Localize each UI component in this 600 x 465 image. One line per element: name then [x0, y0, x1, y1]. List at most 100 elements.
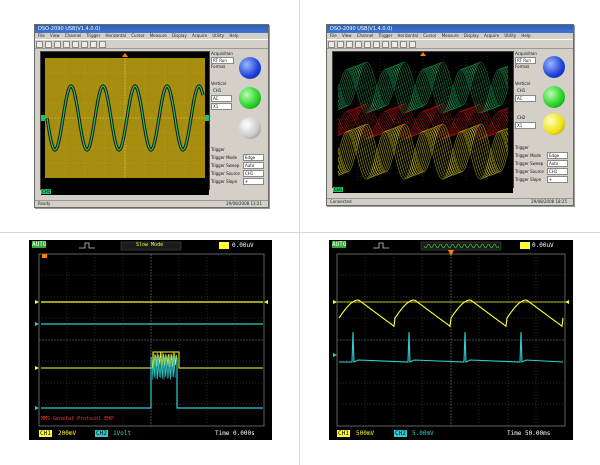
tl-menu-utility[interactable]: Utility	[212, 33, 224, 38]
tr-menu-trigger[interactable]: Trigger	[378, 33, 392, 38]
tr-run-icon[interactable]	[355, 41, 362, 48]
bl-mode-label: AUTO	[32, 241, 46, 248]
tl-menu-file[interactable]: File	[38, 33, 45, 38]
tl-open-icon[interactable]	[36, 41, 43, 48]
bl-ch2-scale: 1Volt	[113, 430, 131, 437]
tr-menu-acquire[interactable]: Acquire	[484, 33, 499, 38]
bl-ch1-badge: CH1	[39, 430, 52, 437]
tr-trigger-sweep-select[interactable]: Auto	[547, 160, 568, 167]
tr-scope-display[interactable]	[332, 51, 514, 188]
bl-ch1-top-badge	[219, 242, 229, 249]
br-dso-screen: AUTO 0.00uV CH1 500mV CH2 5.00mV Time 50…	[329, 240, 573, 440]
tr-coupling-select[interactable]: AC	[515, 95, 536, 102]
tl-scope-footer: CH1	[41, 189, 209, 195]
tl-app-window: DSO-2090 USB(V1.4.0.0) File View Channel…	[34, 24, 269, 208]
tl-trigger-marker	[122, 53, 128, 57]
tr-trigger-mode-select[interactable]: Edge	[547, 152, 568, 159]
tr-cursor-icon[interactable]	[382, 41, 389, 48]
tl-menu-trigger[interactable]: Trigger	[86, 33, 100, 38]
tl-trigger-source-label: Trigger Source	[211, 171, 240, 176]
tl-format-label: Format	[211, 64, 225, 69]
tl-scope-display[interactable]	[40, 51, 210, 190]
bl-ch2-badge: CH2	[95, 430, 108, 437]
tl-menu-measure[interactable]: Measure	[150, 33, 167, 38]
tr-open-icon[interactable]	[328, 41, 335, 48]
tl-trigger-slope-label: Trigger Slope	[211, 179, 237, 184]
bl-trigger-pos-marker	[42, 254, 47, 258]
tl-menu-view[interactable]: View	[50, 33, 60, 38]
tr-ref-icon[interactable]	[409, 41, 416, 48]
tr-trigger-source-label: Trigger Source	[515, 169, 544, 174]
tl-ch2-volt-knob[interactable]	[239, 117, 261, 139]
tl-print-icon[interactable]	[54, 41, 61, 48]
tr-menu-utility[interactable]: Utility	[504, 33, 516, 38]
tl-control-panel: Acquisition RT Run Format Vertical CH1 A…	[211, 51, 265, 196]
tr-probe-select[interactable]: X1	[515, 122, 536, 129]
bl-top-right-value: 0.00uV	[232, 242, 254, 249]
tl-ch1-volt-knob[interactable]	[239, 87, 261, 109]
tr-menu-cursor[interactable]: Cursor	[423, 33, 436, 38]
tl-probe-select[interactable]: X1	[211, 103, 232, 110]
tr-ch2-volt-knob[interactable]	[543, 113, 565, 135]
br-ch1-top-badge	[520, 242, 530, 249]
tr-zoom-icon[interactable]	[373, 41, 380, 48]
tr-trigger-slope-select[interactable]: +	[547, 176, 568, 183]
br-waveform-svg	[329, 240, 573, 440]
tl-coupling-select[interactable]: AC	[211, 95, 232, 102]
tl-measure-icon[interactable]	[99, 41, 106, 48]
tr-ch1-badge: CH1	[333, 187, 343, 192]
tl-run-icon[interactable]	[63, 41, 70, 48]
tr-menu-channel[interactable]: Channel	[357, 33, 373, 38]
tr-menu-measure[interactable]: Measure	[442, 33, 459, 38]
tr-trigger-mode-label: Trigger Mode	[515, 153, 541, 158]
tr-ch1-volt-knob[interactable]	[543, 86, 565, 108]
tr-status-right: 29/08/2008 18:25	[531, 199, 567, 205]
tr-measure-icon[interactable]	[391, 41, 398, 48]
tl-mode-select[interactable]: RT Run	[211, 57, 234, 64]
bl-waveform-svg	[29, 240, 272, 440]
tl-trigger-sweep-select[interactable]: Auto	[243, 162, 264, 169]
br-ch2-badge: CH2	[394, 430, 407, 437]
tl-cursor-icon[interactable]	[90, 41, 97, 48]
tl-trigger-mode-label: Trigger Mode	[211, 155, 237, 160]
tr-trigger-slope-label: Trigger Slope	[515, 177, 541, 182]
tl-menu-acquire[interactable]: Acquire	[192, 33, 207, 38]
tr-menu-view[interactable]: View	[342, 33, 352, 38]
tl-stop-icon[interactable]	[72, 41, 79, 48]
tl-status-right: 29/08/2008 13:21	[226, 201, 262, 207]
tr-menu-display[interactable]: Display	[464, 33, 479, 38]
tl-menu-display[interactable]: Display	[172, 33, 187, 38]
tr-menu-horizontal[interactable]: Horizontal	[398, 33, 418, 38]
tl-menu-channel[interactable]: Channel	[65, 33, 81, 38]
tl-trigger-slope-select[interactable]: +	[243, 178, 264, 185]
tr-scope-footer: CH1	[333, 187, 513, 193]
tl-menu-cursor[interactable]: Cursor	[131, 33, 144, 38]
tr-stop-icon[interactable]	[364, 41, 371, 48]
tl-timebase-knob[interactable]	[239, 57, 261, 79]
bl-ch1-scale: 200mV	[58, 430, 76, 437]
tr-timebase-knob[interactable]	[543, 56, 565, 78]
tl-trigger-source-select[interactable]: CH1	[243, 170, 264, 177]
tl-save-icon[interactable]	[45, 41, 52, 48]
tl-trigger-mode-select[interactable]: Edge	[243, 154, 264, 161]
tl-menu-horizontal[interactable]: Horizontal	[106, 33, 126, 38]
tl-window-title: DSO-2090 USB(V1.4.0.0)	[38, 26, 100, 32]
tl-title-bar: DSO-2090 USB(V1.4.0.0)	[35, 25, 268, 33]
tl-waveform-svg	[41, 52, 209, 189]
tr-menu-help[interactable]: Help	[521, 33, 530, 38]
tr-trigger-sweep-label: Trigger Sweep	[515, 161, 543, 166]
tr-trigger-marker	[420, 52, 426, 56]
bl-note-text: MMS General Protocol EHP	[41, 416, 113, 422]
tr-math-icon[interactable]	[400, 41, 407, 48]
tr-save-icon[interactable]	[337, 41, 344, 48]
tl-menu-help[interactable]: Help	[229, 33, 238, 38]
br-ch1-badge: CH1	[337, 430, 350, 437]
tl-zoom-icon[interactable]	[81, 41, 88, 48]
tr-menu-file[interactable]: File	[330, 33, 337, 38]
tr-trigger-source-select[interactable]: CH1	[547, 168, 568, 175]
tr-print-icon[interactable]	[346, 41, 353, 48]
tr-toolbar	[327, 39, 573, 49]
tr-mode-select[interactable]: RT Run	[515, 57, 536, 64]
tr-app-window: DSO-2090 USB(V1.4.0.0) File View Channel…	[326, 24, 574, 206]
br-ch2-scale: 5.00mV	[412, 430, 434, 437]
